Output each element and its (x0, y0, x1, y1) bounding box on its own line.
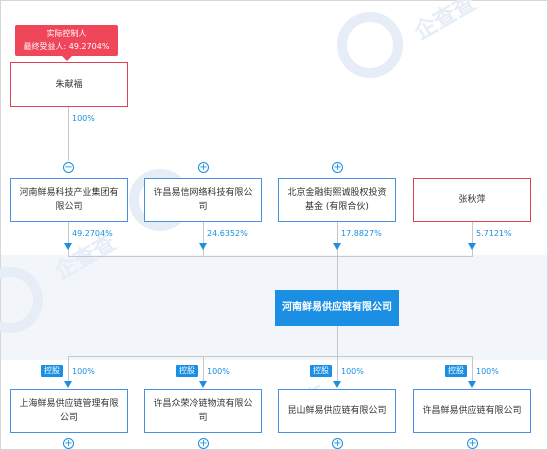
shareholder-name: 张秋萍 (458, 195, 486, 205)
watermark-band (1, 255, 547, 360)
subsidiary-node[interactable]: 昆山鲜易供应链有限公司 (278, 389, 396, 433)
connector (68, 256, 473, 257)
holding-pct: 100% (72, 367, 95, 376)
controller-link-pct: 100% (72, 114, 95, 123)
arrow-icon (333, 381, 341, 388)
share-pct: 17.8827% (341, 229, 382, 238)
controller-badge: 实际控制人 最终受益人: 49.2704% (15, 25, 118, 61)
arrow-icon (64, 243, 72, 250)
controller-badge-title: 实际控制人 (46, 29, 87, 38)
connector (203, 222, 204, 256)
holding-tag: 控股 (41, 365, 63, 377)
shareholder-name: 许昌易信网络科技有限公司 (153, 188, 253, 212)
expand-toggle[interactable]: + (332, 162, 343, 173)
holding-pct: 100% (341, 367, 364, 376)
subsidiary-name: 许昌鲜易供应链有限公司 (422, 406, 522, 416)
subsidiary-node[interactable]: 许昌鲜易供应链有限公司 (413, 389, 531, 433)
expand-toggle[interactable]: + (332, 438, 343, 449)
arrow-icon (64, 381, 72, 388)
shareholder-person-node[interactable]: 张秋萍 (413, 178, 531, 222)
share-pct: 24.6352% (207, 229, 248, 238)
expand-toggle[interactable]: + (198, 438, 209, 449)
arrow-icon (468, 243, 476, 250)
arrow-icon (199, 381, 207, 388)
expand-toggle[interactable]: + (63, 438, 74, 449)
connector (68, 107, 69, 161)
connector (472, 222, 473, 256)
shareholder-node[interactable]: 河南鲜易科技产业集团有限公司 (10, 178, 128, 222)
subsidiary-name: 昆山鲜易供应链有限公司 (287, 406, 387, 416)
subsidiary-node[interactable]: 上海鲜易供应链管理有限公司 (10, 389, 128, 433)
subsidiary-node[interactable]: 许昌众荣冷链物流有限公司 (144, 389, 262, 433)
holding-pct: 100% (207, 367, 230, 376)
connector (337, 326, 338, 356)
arrow-icon (333, 243, 341, 250)
subsidiary-name: 上海鲜易供应链管理有限公司 (19, 399, 119, 423)
shareholder-name: 河南鲜易科技产业集团有限公司 (19, 188, 119, 212)
controller-name: 朱献福 (55, 79, 83, 90)
arrow-icon (468, 381, 476, 388)
expand-toggle[interactable]: + (198, 162, 209, 173)
connector (337, 256, 338, 290)
controller-person[interactable]: 朱献福 (10, 62, 128, 107)
holding-tag: 控股 (176, 365, 198, 377)
expand-toggle[interactable]: + (467, 438, 478, 449)
center-company-name: 河南鲜易供应链有限公司 (282, 302, 392, 313)
connector (68, 222, 69, 256)
controller-badge-share: 最终受益人: 49.2704% (23, 42, 110, 51)
holding-tag: 控股 (310, 365, 332, 377)
arrow-icon (199, 243, 207, 250)
subsidiary-name: 许昌众荣冷链物流有限公司 (153, 399, 253, 423)
connector (68, 356, 473, 357)
holding-tag: 控股 (445, 365, 467, 377)
connector (337, 222, 338, 256)
share-pct: 49.2704% (72, 229, 113, 238)
holding-pct: 100% (476, 367, 499, 376)
shareholder-node[interactable]: 许昌易信网络科技有限公司 (144, 178, 262, 222)
shareholder-name: 北京金融街熙诚股权投资基金 (有限合伙) (287, 188, 387, 212)
shareholder-node[interactable]: 北京金融街熙诚股权投资基金 (有限合伙) (278, 178, 396, 222)
center-company[interactable]: 河南鲜易供应链有限公司 (275, 290, 399, 326)
share-pct: 5.7121% (476, 229, 512, 238)
collapse-toggle[interactable]: − (63, 162, 74, 173)
